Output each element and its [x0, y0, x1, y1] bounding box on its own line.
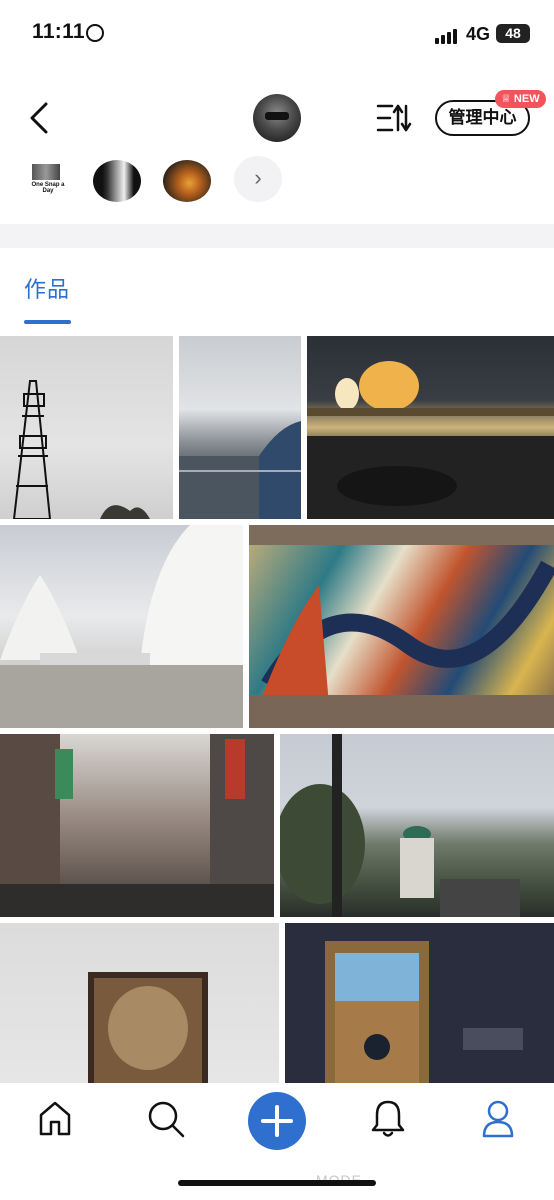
tower-illustration — [12, 380, 150, 519]
search-icon — [148, 1101, 185, 1138]
section-divider — [0, 224, 554, 248]
photo-tile[interactable] — [0, 336, 173, 519]
photo-tile[interactable] — [249, 525, 554, 728]
nav-home[interactable] — [38, 1098, 72, 1143]
status-time: 11:11 — [32, 20, 85, 43]
nav-notifications[interactable] — [370, 1098, 406, 1143]
battery-icon: 48 — [496, 24, 530, 43]
photo-tile[interactable] — [179, 336, 301, 519]
photo-tile[interactable] — [280, 734, 554, 917]
photo-tile[interactable] — [0, 923, 279, 1083]
home-icon — [39, 1101, 71, 1136]
new-badge: ♕ NEW — [495, 90, 546, 108]
smiley-icon — [86, 24, 104, 42]
home-indicator — [178, 1180, 376, 1186]
chevron-left-icon — [30, 102, 48, 134]
nav-profile[interactable] — [480, 1098, 516, 1143]
sort-button[interactable] — [376, 102, 412, 134]
plus-icon — [261, 1105, 293, 1137]
profile-icon — [482, 1100, 514, 1138]
bell-icon — [371, 1100, 405, 1137]
photo-tile[interactable] — [285, 923, 554, 1083]
tab-works[interactable]: 作品 — [24, 272, 70, 304]
sort-icon — [376, 104, 412, 132]
story-item[interactable] — [93, 160, 141, 202]
new-badge-label: NEW — [513, 93, 540, 105]
story-item[interactable] — [163, 160, 211, 202]
nav-search[interactable] — [146, 1098, 186, 1143]
story-thumbnail — [32, 164, 60, 180]
story-caption: One Snap a Day — [31, 182, 65, 194]
chevron-right-icon[interactable]: › — [234, 156, 282, 202]
signal-icon — [435, 26, 459, 44]
tab-active-indicator — [24, 320, 71, 324]
photo-tile[interactable] — [0, 525, 243, 728]
story-item[interactable]: One Snap a Day — [24, 160, 72, 202]
back-button[interactable] — [26, 100, 56, 136]
create-post-button[interactable] — [248, 1092, 306, 1150]
avatar[interactable] — [253, 94, 301, 142]
photo-tile[interactable] — [307, 336, 554, 519]
photo-tile[interactable] — [0, 734, 274, 917]
network-type: 4G — [466, 24, 491, 44]
